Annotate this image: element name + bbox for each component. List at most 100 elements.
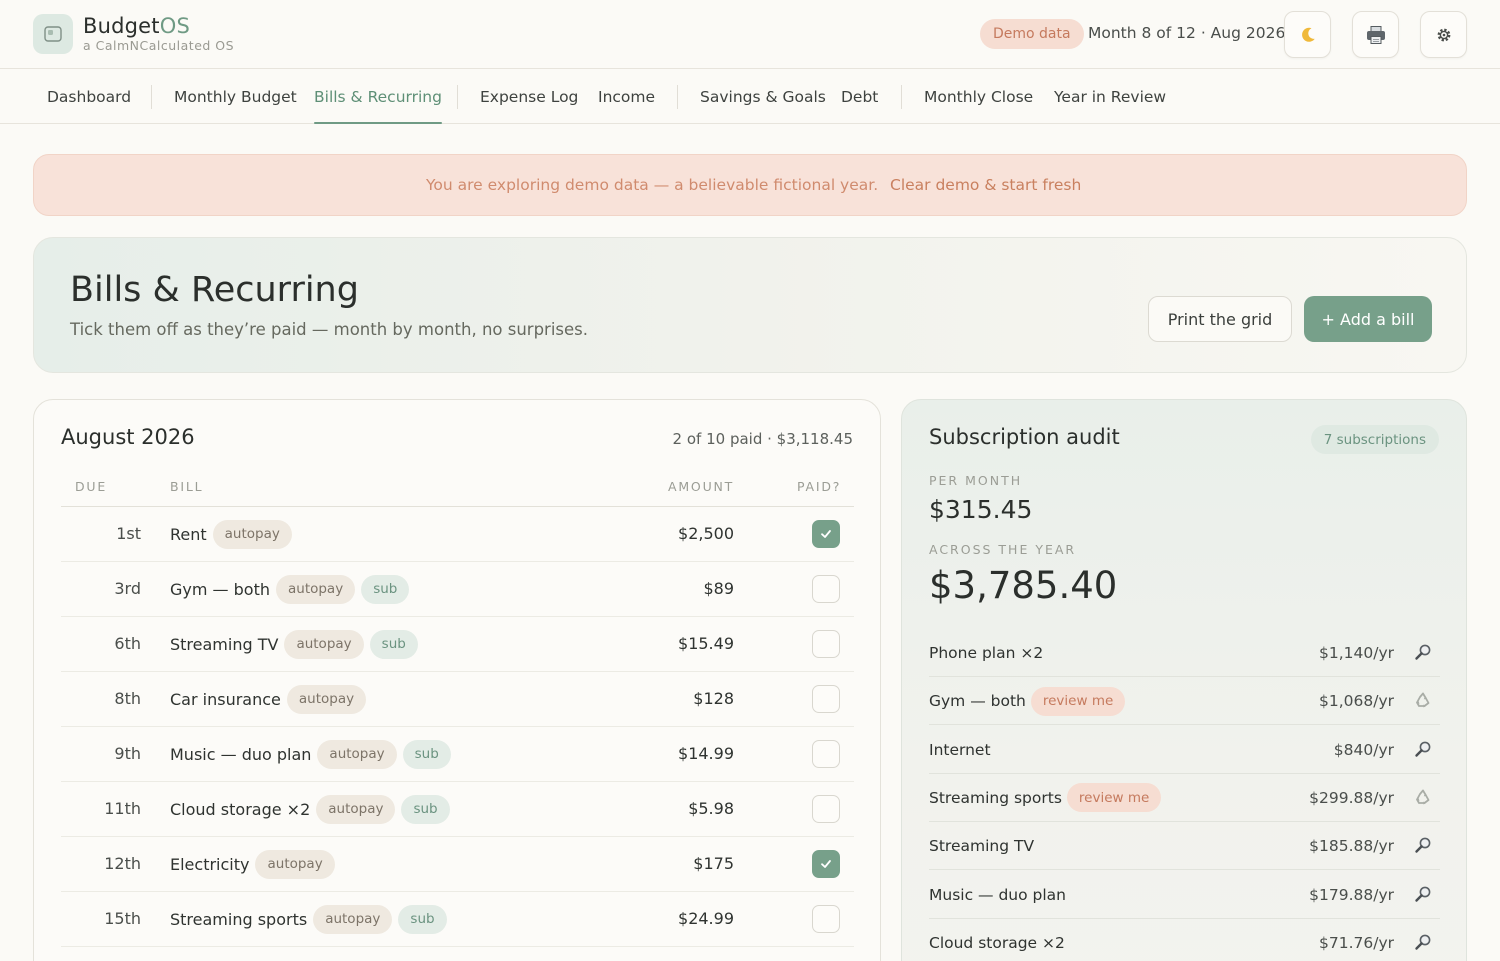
sub-tag: sub (361, 574, 410, 604)
app-logo[interactable] (33, 14, 73, 54)
printer-icon (1366, 25, 1385, 44)
review-action-button[interactable] (1413, 690, 1433, 710)
main-nav: Dashboard Monthly Budget Bills & Recurri… (0, 69, 1500, 124)
subscription-name-cell: Cloud storage ×2 (929, 928, 1070, 958)
nav-year-in-review[interactable]: Year in Review (1054, 69, 1166, 124)
inspect-action-button[interactable] (1413, 884, 1433, 904)
settings-button[interactable] (1420, 11, 1467, 58)
bill-name[interactable]: Streaming TV (170, 635, 278, 654)
bill-name[interactable]: Rent (170, 525, 207, 544)
month-status: Month 8 of 12 · Aug 2026 (1088, 24, 1286, 42)
paid-checkbox[interactable] (812, 520, 840, 548)
inspect-action-button[interactable] (1413, 739, 1433, 759)
autopay-tag: autopay (212, 519, 292, 549)
nav-dashboard[interactable]: Dashboard (47, 69, 131, 124)
clear-demo-link[interactable]: Clear demo & start fresh (890, 176, 1081, 194)
bill-amount: $24.99 (678, 909, 734, 928)
paid-checkbox[interactable] (812, 905, 840, 933)
top-bar: BudgetOS a CalmNCalculated OS Demo data … (0, 0, 1500, 69)
magnifier-icon (1415, 886, 1431, 902)
autopay-tag: autopay (286, 684, 367, 714)
recycle-icon (1416, 789, 1430, 805)
bills-month-title: August 2026 (61, 425, 195, 449)
bill-row: 11th Cloud storage ×2 autopay sub $5.98 (61, 782, 854, 837)
bill-name[interactable]: Streaming sports (170, 910, 307, 929)
nav-savings-goals[interactable]: Savings & Goals (700, 69, 826, 124)
nav-expense-log[interactable]: Expense Log (480, 69, 578, 124)
bill-amount: $5.98 (688, 799, 734, 818)
bill-amount: $128 (693, 689, 734, 708)
bill-amount: $89 (703, 579, 734, 598)
review-me-tag: review me (1066, 783, 1162, 813)
nav-debt[interactable]: Debt (841, 69, 878, 124)
paid-checkbox[interactable] (812, 630, 840, 658)
subscription-row: Music — duo plan $179.88/yr (929, 871, 1440, 919)
inspect-action-button[interactable] (1413, 642, 1433, 662)
column-header-amount: AMOUNT (668, 479, 735, 494)
bills-card: August 2026 2 of 10 paid · $3,118.45 DUE… (33, 399, 881, 961)
subscription-annual-cost: $179.88/yr (1309, 885, 1394, 904)
bill-due-day: 11th (104, 799, 141, 818)
nav-monthly-close[interactable]: Monthly Close (924, 69, 1033, 124)
subscription-annual-cost: $299.88/yr (1309, 788, 1394, 807)
per-month-total: $315.45 (929, 495, 1033, 524)
review-me-tag: review me (1030, 686, 1126, 716)
bill-name-cell: Rent autopay (170, 519, 298, 549)
subscription-name: Cloud storage ×2 (929, 933, 1065, 952)
bill-name[interactable]: Electricity (170, 855, 249, 874)
sub-tag: sub (401, 794, 450, 824)
bill-due-day: 9th (114, 744, 141, 763)
nav-divider (677, 85, 678, 109)
inspect-action-button[interactable] (1413, 835, 1433, 855)
subscription-annual-cost: $1,068/yr (1318, 692, 1394, 711)
subscription-name-cell: Internet (929, 735, 996, 765)
subscription-name-cell: Music — duo plan (929, 880, 1071, 910)
nav-divider (901, 85, 902, 109)
wallet-icon (44, 26, 62, 42)
bill-name[interactable]: Gym — both (170, 580, 270, 599)
subscription-name-cell: Phone plan ×2 (929, 638, 1048, 668)
bill-name-cell: Car insurance autopay (170, 684, 372, 714)
autopay-tag: autopay (316, 794, 396, 824)
theme-toggle-button[interactable] (1284, 11, 1331, 58)
autopay-tag: autopay (284, 629, 364, 659)
bill-name-cell: Streaming sports autopay sub (170, 904, 453, 934)
subscription-annual-cost: $185.88/yr (1309, 837, 1394, 856)
paid-checkbox[interactable] (812, 575, 840, 603)
bill-row: 8th Car insurance autopay $128 (61, 672, 854, 727)
nav-bills-recurring[interactable]: Bills & Recurring (314, 69, 442, 124)
column-header-due: DUE (75, 479, 108, 494)
bill-row: 12th Electricity autopay $175 (61, 837, 854, 892)
demo-data-badge: Demo data (980, 19, 1084, 49)
magnifier-icon (1415, 741, 1431, 757)
subscription-count-badge: 7 subscriptions (1310, 425, 1439, 454)
subscription-name-cell: Streaming TV (929, 831, 1039, 861)
bill-name-cell: Cloud storage ×2 autopay sub (170, 794, 456, 824)
subscription-row: Gym — both review me $1,068/yr (929, 677, 1440, 726)
review-action-button[interactable] (1413, 787, 1433, 807)
inspect-action-button[interactable] (1413, 932, 1433, 952)
subscription-row: Internet $840/yr (929, 726, 1440, 774)
bill-name[interactable]: Car insurance (170, 690, 281, 709)
paid-checkbox[interactable] (812, 795, 840, 823)
nav-monthly-budget[interactable]: Monthly Budget (174, 69, 297, 124)
paid-checkbox[interactable] (812, 685, 840, 713)
print-button[interactable] (1352, 11, 1399, 58)
bill-amount: $14.99 (678, 744, 734, 763)
bill-name[interactable]: Music — duo plan (170, 745, 311, 764)
nav-income[interactable]: Income (598, 69, 655, 124)
paid-checkbox[interactable] (812, 850, 840, 878)
print-grid-button[interactable]: Print the grid (1148, 296, 1292, 342)
checkmark-icon (821, 530, 831, 538)
add-bill-button[interactable]: + Add a bill (1304, 296, 1432, 342)
subscription-annual-cost: $840/yr (1333, 740, 1394, 759)
bill-due-day: 1st (116, 524, 141, 543)
column-header-bill: BILL (170, 479, 204, 494)
subscription-name-cell: Streaming sports review me (929, 783, 1167, 813)
autopay-tag: autopay (317, 739, 397, 769)
subscription-annual-cost: $71.76/yr (1318, 933, 1394, 952)
paid-checkbox[interactable] (812, 740, 840, 768)
app-name: BudgetOS (83, 14, 190, 38)
subscription-name: Gym — both (929, 692, 1026, 711)
bill-name[interactable]: Cloud storage ×2 (170, 800, 310, 819)
